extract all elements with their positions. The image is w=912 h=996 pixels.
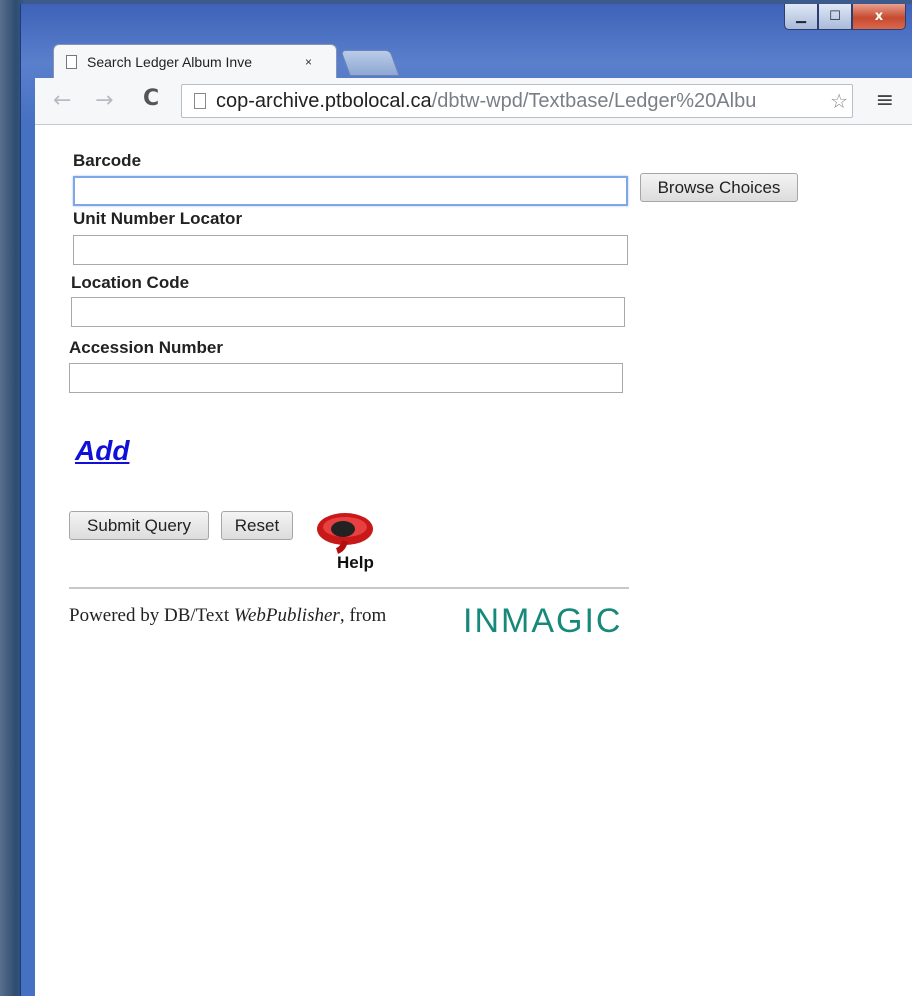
tab-title: Search Ledger Album Inve	[87, 53, 252, 70]
close-window-button[interactable]: x	[852, 4, 906, 30]
url-text[interactable]: cop-archive.ptbolocal.ca/dbtw-wpd/Textba…	[216, 90, 826, 113]
maximize-icon: ☐	[829, 9, 841, 24]
accession-number-label: Accession Number	[69, 338, 223, 357]
maximize-button[interactable]: ☐	[818, 4, 852, 30]
star-icon[interactable]: ☆	[830, 89, 848, 113]
reload-icon[interactable]: C	[143, 86, 159, 111]
location-code-label: Location Code	[71, 273, 190, 292]
forward-arrow-icon[interactable]: →	[95, 88, 113, 113]
powered-by-text: Powered by DB/Text WebPublisher, from	[69, 605, 386, 627]
tab-search-ledger[interactable]: Search Ledger Album Inve ×	[53, 44, 337, 78]
unit-number-label: Unit Number Locator	[73, 209, 243, 228]
window-caption-buttons: ▁ ☐ x	[784, 4, 906, 38]
tab-strip: Search Ledger Album Inve ×	[35, 34, 912, 78]
accession-number-input[interactable]	[69, 363, 623, 393]
new-tab-button[interactable]	[340, 50, 400, 76]
back-arrow-icon[interactable]: ←	[53, 88, 71, 113]
powered-product: WebPublisher	[233, 605, 340, 626]
url-host: cop-archive.ptbolocal.ca	[216, 89, 432, 112]
location-code-input[interactable]	[71, 297, 625, 327]
page-icon	[66, 54, 77, 69]
browse-choices-button[interactable]: Browse Choices	[640, 173, 798, 202]
reset-button[interactable]: Reset	[221, 511, 293, 540]
minimize-icon: ▁	[796, 9, 806, 24]
menu-icon[interactable]: ≡	[876, 88, 894, 113]
divider	[69, 587, 629, 589]
browser-window: ▁ ☐ x Search Ledger Album Inve × ← → C c…	[20, 4, 912, 996]
url-path: /dbtw-wpd/Textbase/Ledger%20Albu	[431, 89, 757, 112]
powered-prefix: Powered by DB/Text	[69, 605, 234, 626]
barcode-label: Barcode	[73, 151, 142, 170]
close-icon: x	[874, 9, 884, 24]
tab-close-icon[interactable]: ×	[305, 55, 312, 69]
barcode-input[interactable]	[73, 176, 628, 206]
page-icon	[194, 93, 206, 109]
add-link[interactable]: Add	[75, 435, 129, 467]
help-label: Help	[337, 553, 374, 572]
powered-suffix: , from	[339, 605, 387, 626]
browser-toolbar: ← → C cop-archive.ptbolocal.ca/dbtw-wpd/…	[35, 78, 912, 125]
page-content: Barcode Browse Choices Unit Number Locat…	[35, 125, 912, 996]
address-bar[interactable]: cop-archive.ptbolocal.ca/dbtw-wpd/Textba…	[181, 84, 853, 118]
minimize-button[interactable]: ▁	[784, 4, 818, 30]
submit-query-button[interactable]: Submit Query	[69, 511, 209, 540]
inmagic-logo[interactable]: INMAGIC	[463, 602, 622, 641]
unit-number-input[interactable]	[73, 235, 628, 265]
